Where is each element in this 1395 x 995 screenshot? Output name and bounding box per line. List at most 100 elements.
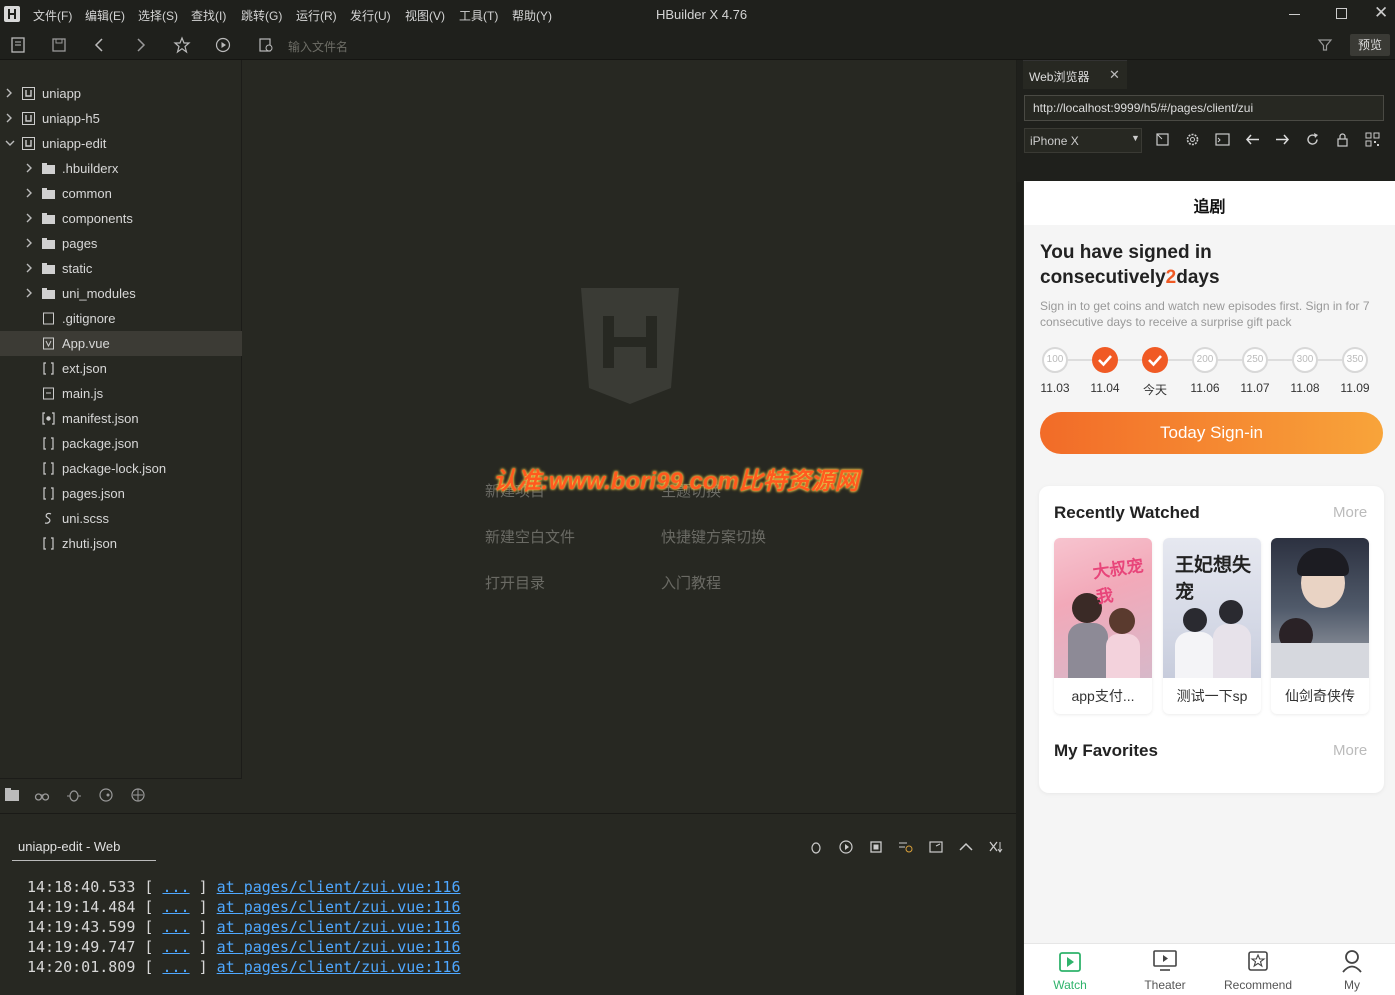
welcome-keymap-switch[interactable]: 快捷键方案切换 bbox=[661, 526, 766, 547]
preview-button[interactable]: 预览 bbox=[1350, 34, 1390, 56]
close-window-button[interactable]: ✕ bbox=[1374, 3, 1388, 23]
log-expand-link[interactable]: ... bbox=[162, 958, 189, 976]
chevron-right-icon[interactable] bbox=[25, 187, 35, 199]
menu-help[interactable]: 帮助(Y) bbox=[512, 7, 552, 24]
console-stop-icon[interactable] bbox=[868, 839, 884, 855]
menu-run[interactable]: 运行(R) bbox=[296, 7, 337, 24]
tree-item-manifest-json[interactable]: manifest.json bbox=[0, 406, 242, 431]
console-clear-icon[interactable] bbox=[988, 839, 1004, 855]
lock-icon[interactable] bbox=[1335, 132, 1350, 147]
file-search-icon[interactable] bbox=[257, 36, 275, 54]
log-source-link[interactable]: at pages/client/zui.vue:116 bbox=[217, 938, 461, 956]
welcome-open-directory[interactable]: 打开目录 bbox=[485, 572, 545, 593]
console-collapse-up-icon[interactable] bbox=[958, 839, 974, 855]
log-expand-link[interactable]: ... bbox=[162, 878, 189, 896]
recent-more-link[interactable]: More bbox=[1333, 504, 1367, 521]
tree-item-uni-modules[interactable]: uni_modules bbox=[0, 281, 242, 306]
chevron-right-icon[interactable] bbox=[25, 262, 35, 274]
tree-item-hbuilderx[interactable]: .hbuilderx bbox=[0, 156, 242, 181]
chevron-right-icon[interactable] bbox=[5, 112, 15, 124]
tree-item-main-js[interactable]: main.js bbox=[0, 381, 242, 406]
chevron-right-icon[interactable] bbox=[25, 237, 35, 249]
recent-item-2[interactable]: 王妃想失宠 测试一下sp bbox=[1163, 538, 1261, 714]
tree-item-uni-scss[interactable]: uni.scss bbox=[0, 506, 242, 531]
log-source-link[interactable]: at pages/client/zui.vue:116 bbox=[217, 878, 461, 896]
tab-recommend[interactable]: Recommend bbox=[1212, 944, 1304, 995]
console-search-log-icon[interactable] bbox=[898, 839, 914, 855]
welcome-tutorial[interactable]: 入门教程 bbox=[661, 572, 721, 593]
console-open-external-icon[interactable] bbox=[928, 839, 944, 855]
cloud-icon[interactable] bbox=[130, 787, 146, 803]
tree-item-uniapp-edit[interactable]: uniapp-edit bbox=[0, 131, 242, 156]
tree-item-uniapp-h5[interactable]: uniapp-h5 bbox=[0, 106, 242, 131]
refresh-icon[interactable] bbox=[1305, 132, 1320, 147]
menu-edit[interactable]: 编辑(E) bbox=[85, 7, 125, 24]
browser-tab-close-icon[interactable]: ✕ bbox=[1109, 67, 1120, 83]
recent-item-3[interactable]: 仙剑奇侠传 bbox=[1271, 538, 1369, 714]
chevron-right-icon[interactable] bbox=[25, 212, 35, 224]
chevron-right-icon[interactable] bbox=[25, 162, 35, 174]
qr-code-icon[interactable] bbox=[1365, 132, 1380, 147]
console-restart-icon[interactable] bbox=[838, 839, 854, 855]
tree-item-ext-json[interactable]: ext.json bbox=[0, 356, 242, 381]
tree-item-package-json[interactable]: package.json bbox=[0, 431, 242, 456]
back-icon[interactable] bbox=[91, 36, 109, 54]
git-icon[interactable] bbox=[98, 787, 114, 803]
tree-item-common[interactable]: common bbox=[0, 181, 242, 206]
console-tab-label[interactable]: uniapp-edit - Web bbox=[18, 839, 120, 854]
log-expand-link[interactable]: ... bbox=[162, 938, 189, 956]
binoculars-icon[interactable] bbox=[34, 787, 50, 803]
tab-theater[interactable]: Theater bbox=[1119, 944, 1211, 995]
log-source-link[interactable]: at pages/client/zui.vue:116 bbox=[217, 958, 461, 976]
device-select[interactable]: iPhone X ▼ bbox=[1024, 128, 1142, 153]
browser-back-icon[interactable] bbox=[1245, 132, 1260, 147]
run-icon[interactable] bbox=[214, 36, 232, 54]
today-signin-button[interactable]: Today Sign-in bbox=[1040, 412, 1383, 454]
debug-bug-icon[interactable] bbox=[66, 787, 82, 803]
tab-my[interactable]: My bbox=[1306, 944, 1395, 995]
tree-item-gitignore[interactable]: .gitignore bbox=[0, 306, 242, 331]
star-icon[interactable] bbox=[173, 36, 191, 54]
menu-select[interactable]: 选择(S) bbox=[138, 7, 178, 24]
settings-gear-icon[interactable] bbox=[1185, 132, 1200, 147]
log-source-link[interactable]: at pages/client/zui.vue:116 bbox=[217, 898, 461, 916]
panel-divider[interactable] bbox=[1016, 60, 1023, 995]
tree-item-static[interactable]: static bbox=[0, 256, 242, 281]
maximize-button[interactable] bbox=[1336, 8, 1347, 19]
devtools-terminal-icon[interactable] bbox=[1215, 132, 1230, 147]
log-expand-link[interactable]: ... bbox=[162, 918, 189, 936]
project-manager-icon[interactable] bbox=[4, 787, 20, 803]
chevron-right-icon[interactable] bbox=[5, 87, 15, 99]
file-search-input[interactable]: 输入文件名 bbox=[288, 38, 348, 55]
tree-item-zhuti-json[interactable]: zhuti.json bbox=[0, 531, 242, 556]
tree-item-pages-json[interactable]: pages.json bbox=[0, 481, 242, 506]
forward-icon[interactable] bbox=[132, 36, 150, 54]
menu-find[interactable]: 查找(I) bbox=[191, 7, 226, 24]
minimize-button[interactable] bbox=[1289, 14, 1300, 15]
welcome-new-blank-file[interactable]: 新建空白文件 bbox=[485, 526, 575, 547]
log-expand-link[interactable]: ... bbox=[162, 898, 189, 916]
save-icon[interactable] bbox=[50, 36, 68, 54]
browser-tab[interactable]: Web浏览器 ✕ bbox=[1023, 60, 1127, 89]
tab-watch[interactable]: Watch bbox=[1024, 944, 1116, 995]
tree-item-package-lock-json[interactable]: package-lock.json bbox=[0, 456, 242, 481]
url-input[interactable]: http://localhost:9999/h5/#/pages/client/… bbox=[1024, 95, 1384, 121]
menu-view[interactable]: 视图(V) bbox=[405, 7, 445, 24]
menu-tools[interactable]: 工具(T) bbox=[459, 7, 498, 24]
menu-goto[interactable]: 跳转(G) bbox=[241, 7, 282, 24]
new-file-icon[interactable] bbox=[9, 36, 27, 54]
tree-item-uniapp[interactable]: uniapp bbox=[0, 81, 242, 106]
tree-item-pages[interactable]: pages bbox=[0, 231, 242, 256]
console-debug-icon[interactable] bbox=[808, 839, 824, 855]
filter-icon[interactable] bbox=[1316, 36, 1334, 54]
chevron-right-icon[interactable] bbox=[25, 287, 35, 299]
favorites-more-link[interactable]: More bbox=[1333, 742, 1367, 759]
rotate-screen-icon[interactable] bbox=[1155, 132, 1170, 147]
tree-item-app-vue[interactable]: App.vue bbox=[0, 331, 242, 356]
tree-item-components[interactable]: components bbox=[0, 206, 242, 231]
browser-forward-icon[interactable] bbox=[1275, 132, 1290, 147]
recent-item-1[interactable]: 大叔宠我 app支付... bbox=[1054, 538, 1152, 714]
menu-publish[interactable]: 发行(U) bbox=[350, 7, 391, 24]
chevron-down-icon[interactable] bbox=[5, 137, 15, 149]
log-source-link[interactable]: at pages/client/zui.vue:116 bbox=[217, 918, 461, 936]
